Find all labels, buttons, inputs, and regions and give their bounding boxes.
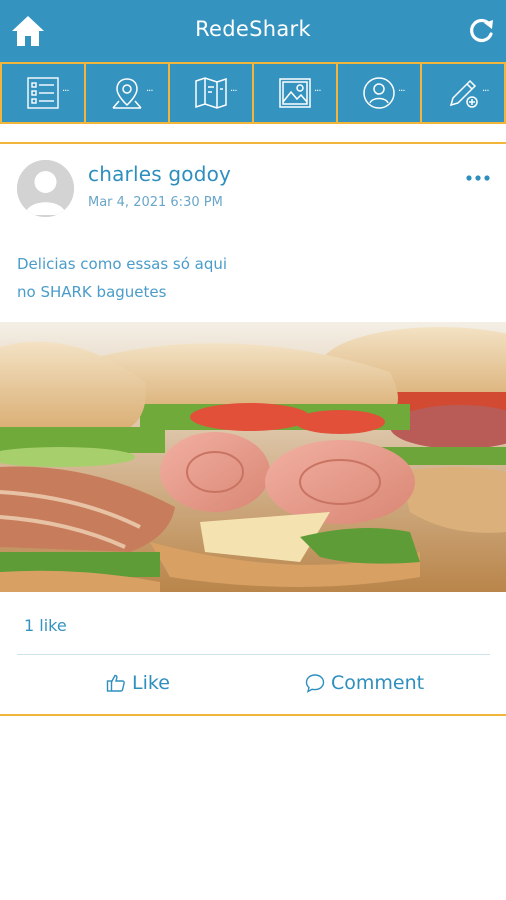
post-message-line: Delicias como essas só aqui [17,255,228,273]
nav-map-button[interactable]: ··· [168,64,252,122]
post-card: charles godoy Mar 4, 2021 6:30 PM Delici… [0,142,506,716]
app-title: RedeShark [195,17,311,41]
list-icon [27,77,59,109]
edit-icon [449,79,478,108]
gallery-icon [279,78,311,108]
post-photo[interactable] [0,322,506,592]
nav-profile-button[interactable]: ··· [336,64,420,122]
comment-button[interactable]: Comment [305,672,424,694]
map-icon [195,77,227,109]
refresh-icon[interactable] [468,17,494,45]
nav-feed-button[interactable]: ··· [0,64,84,122]
like-button[interactable]: Like [106,672,170,694]
like-count[interactable]: 1 like [24,616,67,635]
comment-label: Comment [331,672,425,694]
post-message-line: no SHARK baguetes [17,283,167,301]
location-pin-icon [112,78,142,109]
like-label: Like [132,672,170,694]
more-options-icon[interactable] [466,174,490,182]
app-header: RedeShark [0,0,506,62]
thumbs-up-icon [106,674,125,692]
avatar[interactable] [17,160,74,217]
user-profile-icon [363,77,395,109]
nav-edit-button[interactable]: ··· [420,64,506,122]
nav-places-button[interactable]: ··· [84,64,168,122]
section-toolbar: ··· ··· ··· ··· ··· ··· [0,62,506,124]
post-date: Mar 4, 2021 6:30 PM [88,195,223,210]
default-avatar-icon [17,160,74,217]
post-author[interactable]: charles godoy [88,162,231,186]
post-message: Delicias como essas só aqui no SHARK bag… [17,250,317,306]
spacer [0,124,506,142]
nav-gallery-button[interactable]: ··· [252,64,336,122]
comment-bubble-icon [305,674,325,693]
divider [17,654,490,655]
